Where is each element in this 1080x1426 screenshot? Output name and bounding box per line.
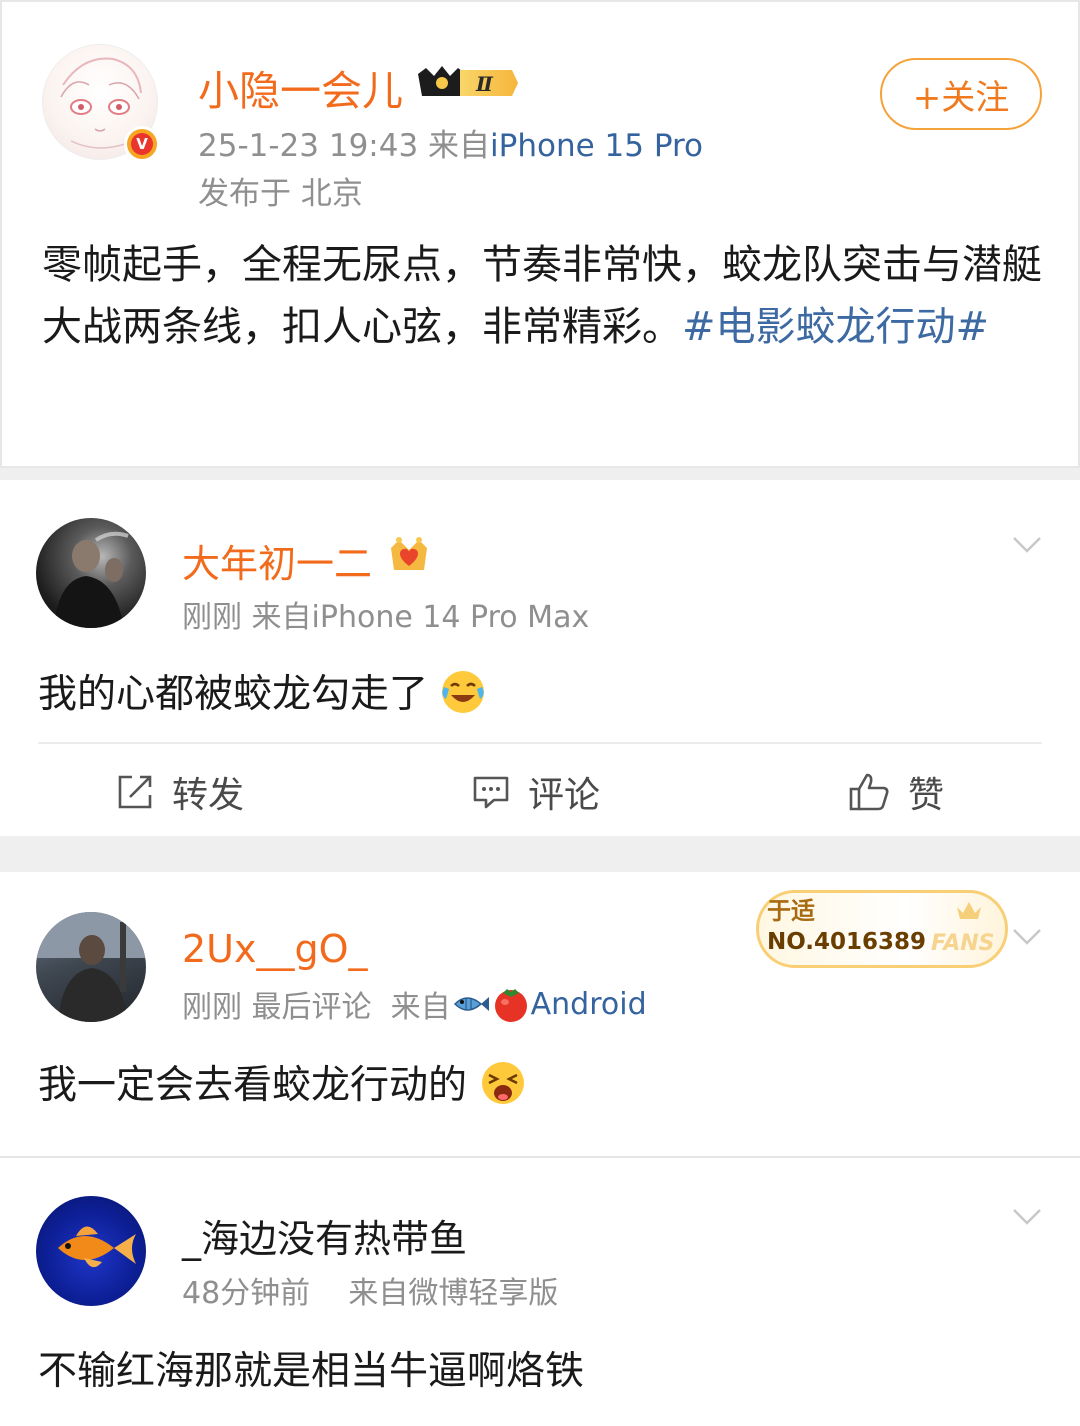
post-meta: 25-1-23 19:43 来自iPhone 15 Pro bbox=[198, 120, 703, 165]
laugh-cry-emoji bbox=[442, 671, 485, 713]
comment-device: iPhone 14 Pro Max bbox=[311, 600, 590, 635]
comment-meta: 48分钟前 来自微博轻享版 bbox=[182, 1268, 558, 1312]
comment-item: _海边没有热带鱼 48分钟前 来自微博轻享版 不输红海那就是相当牛逼啊烙铁 bbox=[0, 1156, 1080, 1426]
comment-source: 来自微博轻享版 bbox=[348, 1276, 559, 1311]
comment-item: 大年初一二 刚刚 来自iPhone 14 Pro Max 我的心都被蛟龙勾走了 … bbox=[0, 480, 1080, 836]
comment-time: 48分钟前 bbox=[182, 1276, 311, 1311]
topic-link[interactable]: #电影蛟龙行动# bbox=[682, 304, 989, 350]
weibo-post: V 小隐一会儿 Ⅱ 25-1-23 19:43 来自iPhone 15 Pro … bbox=[0, 0, 1080, 468]
fish-icon bbox=[453, 997, 489, 1011]
comment-meta: 刚刚 最后评论 来自 Android bbox=[182, 982, 647, 1026]
crying-emoji bbox=[482, 1062, 525, 1104]
post-location: 发布于 北京 bbox=[198, 176, 363, 212]
like-button[interactable]: 赞 bbox=[848, 766, 944, 818]
comment-text-content: 我的心都被蛟龙勾走了 bbox=[38, 672, 429, 717]
fans-badge-number: NO.4016389 bbox=[767, 929, 927, 955]
post-body: 零帧起手，全程无尿点，节奏非常快，蛟龙队突击与潜艇大战两条线，扣人心弦，非常精彩… bbox=[42, 234, 1042, 358]
comment-time: 刚刚 bbox=[182, 600, 242, 635]
divider bbox=[38, 742, 1042, 744]
comment-button[interactable]: 评论 bbox=[472, 766, 600, 818]
vip-crown-icon: Ⅱ bbox=[418, 66, 518, 96]
section-divider bbox=[0, 468, 1080, 480]
commenter-avatar[interactable] bbox=[36, 518, 146, 628]
chevron-down-icon[interactable] bbox=[1012, 1208, 1042, 1226]
chevron-down-icon[interactable] bbox=[1012, 536, 1042, 554]
post-timestamp: 25-1-23 19:43 bbox=[198, 128, 419, 164]
comment-text: 我一定会去看蛟龙行动的 bbox=[38, 1054, 527, 1110]
comment-text-content: 我一定会去看蛟龙行动的 bbox=[38, 1063, 468, 1108]
last-comment-label: 最后评论 bbox=[251, 990, 372, 1025]
commenter-avatar[interactable] bbox=[36, 912, 146, 1022]
comment-label: 评论 bbox=[528, 775, 601, 816]
comment-icon bbox=[473, 776, 509, 809]
tomato-icon bbox=[494, 989, 527, 1022]
comment-text: 我的心都被蛟龙勾走了 bbox=[38, 663, 486, 719]
fans-badge-brand: 于适 bbox=[767, 897, 815, 925]
repost-label: 转发 bbox=[172, 775, 245, 816]
vip-level: Ⅱ bbox=[475, 72, 494, 96]
commenter-name[interactable]: 大年初一二 bbox=[182, 533, 372, 588]
comment-meta: 刚刚 来自iPhone 14 Pro Max bbox=[182, 592, 589, 636]
person-photo-avatar bbox=[54, 531, 129, 628]
source-prefix: 来自 bbox=[251, 600, 312, 635]
comment-text: 不输红海那就是相当牛逼啊烙铁 bbox=[38, 1349, 585, 1394]
repost-button[interactable]: 转发 bbox=[116, 766, 244, 818]
commenter-avatar[interactable] bbox=[36, 1196, 146, 1306]
comment-device[interactable]: Android bbox=[531, 987, 647, 1022]
post-username[interactable]: 小隐一会儿 bbox=[198, 57, 403, 117]
source-prefix: 来自 bbox=[428, 128, 491, 164]
thumbs-up-icon bbox=[849, 773, 889, 811]
person-photo-avatar bbox=[36, 912, 146, 1022]
commenter-name[interactable]: 2Ux__gO_ bbox=[182, 927, 368, 971]
comment-time: 刚刚 bbox=[182, 990, 242, 1025]
source-prefix: 来自 bbox=[390, 990, 451, 1025]
crown-icon bbox=[957, 902, 981, 919]
post-device[interactable]: iPhone 15 Pro bbox=[490, 128, 703, 164]
heart-crown-icon bbox=[391, 537, 427, 570]
fans-badge-word: FANS bbox=[931, 931, 995, 956]
goldfish-avatar-image bbox=[58, 1226, 136, 1268]
section-divider bbox=[0, 836, 1080, 872]
fans-badge[interactable]: 于适 NO.4016389 FANS bbox=[756, 890, 1008, 968]
comment-item: 2Ux__gO_ 于适 NO.4016389 FANS 刚刚 最后评论 来自 A… bbox=[0, 872, 1080, 1152]
follow-button[interactable]: +关注 bbox=[880, 58, 1042, 130]
repost-icon bbox=[118, 775, 152, 809]
like-label: 赞 bbox=[908, 775, 945, 816]
commenter-name[interactable]: _海边没有热带鱼 bbox=[182, 1208, 467, 1263]
verified-v-icon: V bbox=[124, 126, 160, 162]
chevron-down-icon[interactable] bbox=[1012, 928, 1042, 946]
